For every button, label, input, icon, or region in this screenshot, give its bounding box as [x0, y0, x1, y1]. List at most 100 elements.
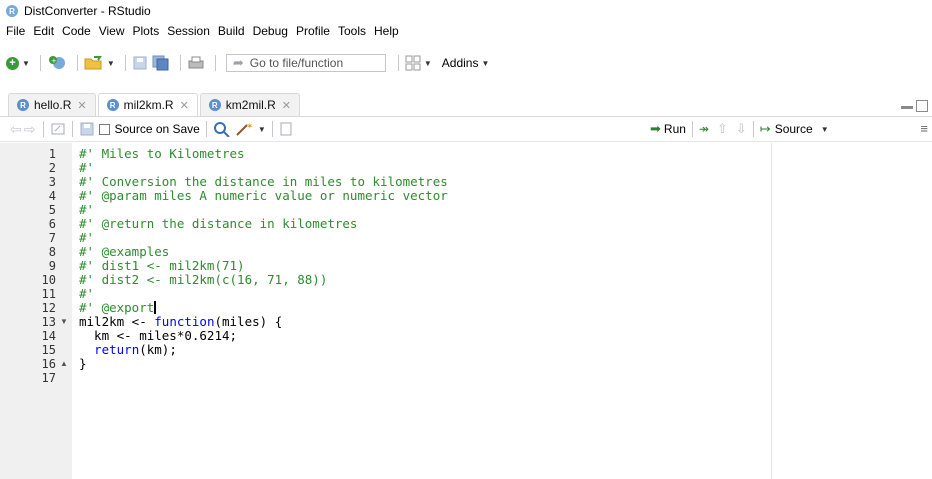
- tab-mil2km-r[interactable]: R mil2km.R ✕: [97, 93, 198, 116]
- go-down-chunk-icon[interactable]: ⇩: [736, 121, 747, 137]
- goto-placeholder: Go to file/function: [249, 56, 344, 70]
- chevron-down-icon[interactable]: ▼: [821, 125, 829, 134]
- code-editor[interactable]: 1 2 3 4 5 6 7 8 9 10 11 12 13 14 15 16 1…: [0, 143, 932, 479]
- tab-label: km2mil.R: [225, 98, 276, 112]
- save-all-icon: [152, 55, 169, 71]
- tab-km2mil-r[interactable]: R km2mil.R ✕: [199, 93, 301, 116]
- r-file-icon: R: [208, 99, 221, 111]
- go-up-chunk-icon[interactable]: ⇧: [717, 121, 728, 137]
- save-all-button[interactable]: [152, 53, 170, 73]
- rstudio-logo-icon: R: [6, 5, 18, 17]
- toolbar-divider: [271, 121, 273, 137]
- list-lines-icon[interactable]: ≡: [920, 121, 928, 136]
- code-line: #' dist2 <- mil2km(c(16, 71, 88)): [79, 272, 328, 287]
- tab-hello-r[interactable]: R hello.R ✕: [8, 93, 96, 116]
- code-tools-wand-icon[interactable]: ✶: [235, 121, 255, 137]
- addins-button[interactable]: Addins ▼: [436, 53, 490, 73]
- new-file-button[interactable]: + ▼: [6, 53, 30, 73]
- pane-window-controls: [901, 100, 928, 112]
- maximize-pane-icon[interactable]: [916, 100, 928, 112]
- code-line: #': [79, 202, 95, 217]
- print-margin-line: [771, 143, 772, 479]
- search-icon[interactable]: [213, 121, 231, 137]
- close-icon[interactable]: ✕: [282, 99, 291, 112]
- run-controls: ➡ Run ↠ ⇧ ⇩ ↦ Source ▼: [650, 117, 829, 141]
- new-file-icon: +: [6, 56, 19, 70]
- code-line: #' @param miles A numeric value or numer…: [79, 188, 448, 203]
- document-outline-icon[interactable]: [279, 121, 293, 137]
- window-title: DistConverter - RStudio: [24, 4, 151, 18]
- workspace-panes-button[interactable]: ▼: [405, 53, 432, 73]
- print-icon: [188, 56, 204, 69]
- source-on-save-toggle[interactable]: Source on Save: [99, 122, 200, 136]
- open-folder-icon: [84, 56, 102, 70]
- new-project-icon: +: [48, 56, 65, 69]
- save-icon[interactable]: [79, 121, 95, 137]
- line-number: 15: [41, 343, 56, 357]
- main-toolbar: + ▼ + ▼ ➦ Go to file/function ▼ Addins ▼: [0, 52, 932, 74]
- menu-session[interactable]: Session: [167, 24, 210, 38]
- toolbar-divider: [76, 55, 78, 71]
- goto-file-function-input[interactable]: ➦ Go to file/function: [225, 54, 386, 72]
- open-file-button[interactable]: ▼: [84, 53, 115, 73]
- line-number: 14: [41, 329, 56, 343]
- chevron-down-icon[interactable]: ▼: [258, 125, 266, 134]
- line-number: 17: [41, 371, 56, 385]
- rerun-icon[interactable]: ↠: [699, 122, 709, 136]
- toolbar-divider: [397, 55, 399, 71]
- chevron-down-icon: ▼: [106, 58, 115, 68]
- code-line: #' dist1 <- mil2km(71): [79, 258, 245, 273]
- line-number: 10: [41, 273, 56, 287]
- menu-build[interactable]: Build: [218, 24, 245, 38]
- close-icon[interactable]: ✕: [77, 99, 86, 112]
- chevron-down-icon: ▼: [423, 58, 432, 68]
- menu-code[interactable]: Code: [62, 24, 91, 38]
- menu-view[interactable]: View: [99, 24, 125, 38]
- minimize-pane-icon[interactable]: [901, 106, 913, 109]
- line-number: 5: [48, 203, 56, 217]
- svg-text:✶: ✶: [246, 122, 254, 132]
- menu-edit[interactable]: Edit: [33, 24, 54, 38]
- r-file-icon: R: [106, 99, 119, 111]
- print-button[interactable]: [187, 53, 205, 73]
- line-number: 9: [48, 259, 56, 273]
- menu-profile[interactable]: Profile: [296, 24, 330, 38]
- code-line: #' @return the distance in kilometres: [79, 216, 358, 231]
- menu-file[interactable]: File: [6, 24, 25, 38]
- line-number: 8: [48, 245, 56, 259]
- line-number: 4: [48, 189, 56, 203]
- r-file-icon: R: [17, 99, 29, 111]
- line-number: 7: [48, 231, 56, 245]
- menu-plots[interactable]: Plots: [133, 24, 160, 38]
- editor-tabs: R hello.R ✕ R mil2km.R ✕ R km2mil.R ✕: [0, 92, 932, 116]
- new-project-button[interactable]: +: [47, 53, 67, 73]
- close-icon[interactable]: ✕: [180, 99, 189, 112]
- forward-arrow-icon[interactable]: ⇨: [24, 121, 36, 138]
- source-on-save-checkbox[interactable]: [99, 123, 111, 135]
- back-arrow-icon[interactable]: ⇦: [10, 121, 22, 138]
- toolbar-divider: [205, 121, 207, 137]
- code-line: }: [79, 356, 87, 371]
- run-arrow-icon: ➡: [650, 121, 661, 136]
- tab-label: mil2km.R: [123, 98, 174, 112]
- line-number: 3: [48, 175, 56, 189]
- menu-help[interactable]: Help: [374, 24, 399, 38]
- fold-toggle-icon[interactable]: ▲: [60, 357, 70, 371]
- text-cursor: [154, 301, 157, 314]
- code-line: #' @export: [79, 301, 157, 315]
- code-line: #' @examples: [79, 244, 170, 259]
- menu-debug[interactable]: Debug: [253, 24, 288, 38]
- run-button[interactable]: Run: [664, 122, 686, 136]
- line-number: 16: [41, 357, 56, 371]
- show-in-window-icon[interactable]: [50, 121, 66, 137]
- code-line: return(km);: [94, 342, 177, 357]
- source-button[interactable]: Source: [775, 122, 813, 136]
- menu-tools[interactable]: Tools: [338, 24, 366, 38]
- save-button[interactable]: [132, 53, 148, 73]
- menu-bar: File Edit Code View Plots Session Build …: [0, 22, 932, 40]
- toolbar-divider: [43, 121, 45, 137]
- toolbar-divider: [124, 55, 126, 71]
- code-line: #': [79, 230, 95, 245]
- fold-toggle-icon[interactable]: ▼: [60, 315, 70, 329]
- toolbar-divider: [752, 121, 754, 137]
